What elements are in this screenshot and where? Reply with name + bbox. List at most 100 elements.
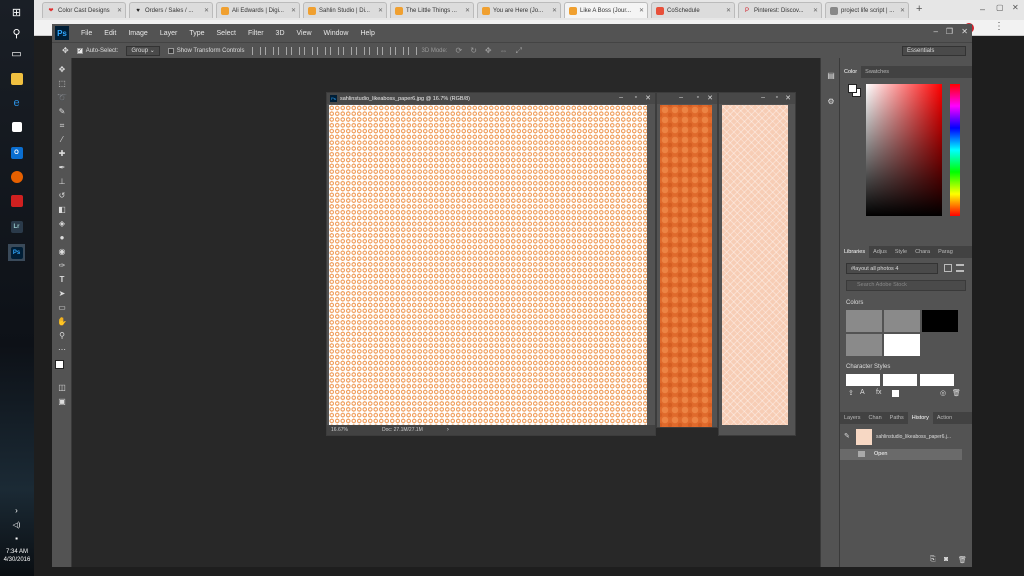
crop-icon[interactable]: ⌗ <box>56 120 68 131</box>
text-style-icon[interactable]: A <box>860 389 865 396</box>
foreground-color-icon[interactable] <box>55 360 64 369</box>
more-tools-icon[interactable]: ⋯ <box>56 344 68 355</box>
document-window-main[interactable]: Ps sahlinstudio_likeaboss_paper6.jpg @ 1… <box>326 92 656 436</box>
tab-close-icon[interactable]: ✕ <box>204 7 209 14</box>
ps-close-icon[interactable]: ✕ <box>961 27 968 36</box>
new-document-from-state-icon[interactable]: ⎘ <box>930 556 936 564</box>
clone-stamp-icon[interactable]: ⊥ <box>56 176 68 187</box>
3d-slide-icon[interactable]: ⇔ <box>500 46 508 55</box>
minimize-icon[interactable]: – <box>980 4 985 14</box>
menu-3d[interactable]: 3D <box>270 30 291 37</box>
ps-minimize-icon[interactable]: – <box>934 27 938 36</box>
edge-icon[interactable]: e <box>8 94 25 111</box>
library-color-swatch[interactable] <box>884 310 920 332</box>
windows-start-icon[interactable]: ⊞ <box>8 4 25 21</box>
panel-tab-libraries[interactable]: Libraries <box>840 246 870 258</box>
tab-close-icon[interactable]: ✕ <box>552 7 557 14</box>
workspace-dropdown[interactable]: Essentials <box>902 46 966 56</box>
group-dropdown[interactable]: Group ⌄ <box>126 45 160 56</box>
align-bottom-icon[interactable] <box>278 46 288 55</box>
menu-help[interactable]: Help <box>354 30 380 37</box>
document-window-peach[interactable]: – ▫ ✕ <box>718 92 796 436</box>
task-view-icon[interactable]: ▭ <box>8 45 25 62</box>
3d-orbit-icon[interactable]: ⟳ <box>456 46 463 55</box>
grid-view-icon[interactable] <box>944 264 952 272</box>
tab-close-icon[interactable]: ✕ <box>726 7 731 14</box>
blur-icon[interactable]: ● <box>56 232 68 243</box>
file-explorer-icon[interactable] <box>8 70 25 87</box>
library-trash-icon[interactable]: 🗑 <box>952 389 961 397</box>
browser-tab[interactable]: Like A Boss (Jour... ✕ <box>564 2 648 18</box>
library-color-swatch[interactable] <box>922 310 958 332</box>
hand-icon[interactable]: ✋ <box>56 316 68 327</box>
list-view-icon[interactable] <box>956 264 964 272</box>
3d-roll-icon[interactable]: ↻ <box>470 46 477 55</box>
canvas-peach-paper[interactable] <box>722 105 788 425</box>
3d-scale-icon[interactable]: ⤢ <box>516 46 522 56</box>
hue-slider[interactable] <box>950 84 960 216</box>
align-hcenter-icon[interactable] <box>304 46 314 55</box>
notification-icon[interactable]: ▪ <box>8 530 25 547</box>
quick-mask-icon[interactable]: ◫ <box>56 382 68 393</box>
eyedropper-icon[interactable]: ⁄ <box>56 134 68 145</box>
browser-tab[interactable]: CoSchedule ✕ <box>651 2 735 18</box>
distribute-top-icon[interactable] <box>330 46 340 55</box>
browser-tab[interactable]: P Pinterest: Discov... ✕ <box>738 2 822 18</box>
tab-close-icon[interactable]: ✕ <box>291 7 296 14</box>
lightroom-icon[interactable]: Lr <box>8 218 25 235</box>
browser-tab[interactable]: Sahlin Studio | Di... ✕ <box>303 2 387 18</box>
store-icon[interactable] <box>8 118 25 135</box>
camera-snapshot-icon[interactable]: ◙ <box>944 556 948 563</box>
history-state-row[interactable]: Open <box>840 449 962 460</box>
panel-tab-layers[interactable]: Layers <box>840 412 865 424</box>
auto-align-icon[interactable] <box>408 46 418 55</box>
char-style-thumb-3[interactable] <box>920 374 954 386</box>
brush-icon[interactable]: ✒ <box>56 162 68 173</box>
clock[interactable]: 7:34 AM 4/30/2016 <box>0 548 34 564</box>
marquee-icon[interactable]: ⬚ <box>56 78 68 89</box>
healing-brush-icon[interactable]: ✚ <box>56 148 68 159</box>
history-snapshot-row[interactable]: ✎ sahlinstudio_likeaboss_paper6.j... <box>840 426 972 448</box>
add-color-icon[interactable] <box>892 390 899 397</box>
red-app-icon[interactable] <box>8 192 25 209</box>
doc3-maximize-icon[interactable]: ▫ <box>776 94 778 101</box>
auto-select-checkbox[interactable]: ✓ Auto-Select: <box>76 47 118 54</box>
search-icon[interactable]: ⚲ <box>8 25 25 42</box>
tab-close-icon[interactable]: ✕ <box>813 7 818 14</box>
panel-tab-swatches[interactable]: Swatches <box>861 66 893 78</box>
eraser-icon[interactable]: ◧ <box>56 204 68 215</box>
dodge-icon[interactable]: ◉ <box>56 246 68 257</box>
color-picker-field[interactable] <box>866 84 942 216</box>
doc2-maximize-icon[interactable]: ▫ <box>697 94 699 101</box>
panel-tab-parag[interactable]: Parag <box>934 246 957 258</box>
status-arrow-icon[interactable]: › <box>447 427 449 433</box>
path-select-icon[interactable]: ➤ <box>56 288 68 299</box>
char-style-thumb-1[interactable] <box>846 374 880 386</box>
screen-mode-icon[interactable]: ▣ <box>56 396 68 407</box>
browser-tab[interactable]: The Little Things ... ✕ <box>390 2 474 18</box>
lasso-icon[interactable]: ➰ <box>56 92 68 103</box>
history-trash-icon[interactable]: 🗑 <box>958 556 967 564</box>
menu-window[interactable]: Window <box>318 30 355 37</box>
doc3-minimize-icon[interactable]: – <box>761 94 765 101</box>
rectangle-icon[interactable]: ▭ <box>56 302 68 313</box>
history-brush-icon[interactable]: ↺ <box>56 190 68 201</box>
pen-icon[interactable]: ✑ <box>56 260 68 271</box>
library-color-swatch[interactable] <box>884 334 920 356</box>
menu-layer[interactable]: Layer <box>154 30 184 37</box>
panel-tab-adjus[interactable]: Adjus <box>869 246 891 258</box>
canvas-orange-paper[interactable] <box>660 105 712 427</box>
doc3-close-icon[interactable]: ✕ <box>785 94 791 102</box>
browser-tab[interactable]: Ali Edwards | Digi... ✕ <box>216 2 300 18</box>
distribute-right-icon[interactable] <box>395 46 405 55</box>
properties-panel-icon[interactable]: ⚙ <box>825 96 837 107</box>
menu-select[interactable]: Select <box>211 30 242 37</box>
align-vcenter-icon[interactable] <box>265 46 275 55</box>
distribute-bottom-icon[interactable] <box>356 46 366 55</box>
library-dropdown[interactable]: #layout all photos 4 <box>846 263 938 274</box>
distribute-vcenter-icon[interactable] <box>343 46 353 55</box>
quick-select-icon[interactable]: ✎ <box>56 106 68 117</box>
panel-tab-chan[interactable]: Chan <box>865 412 886 424</box>
menu-filter[interactable]: Filter <box>242 30 270 37</box>
ps-restore-icon[interactable]: ❐ <box>946 27 953 36</box>
